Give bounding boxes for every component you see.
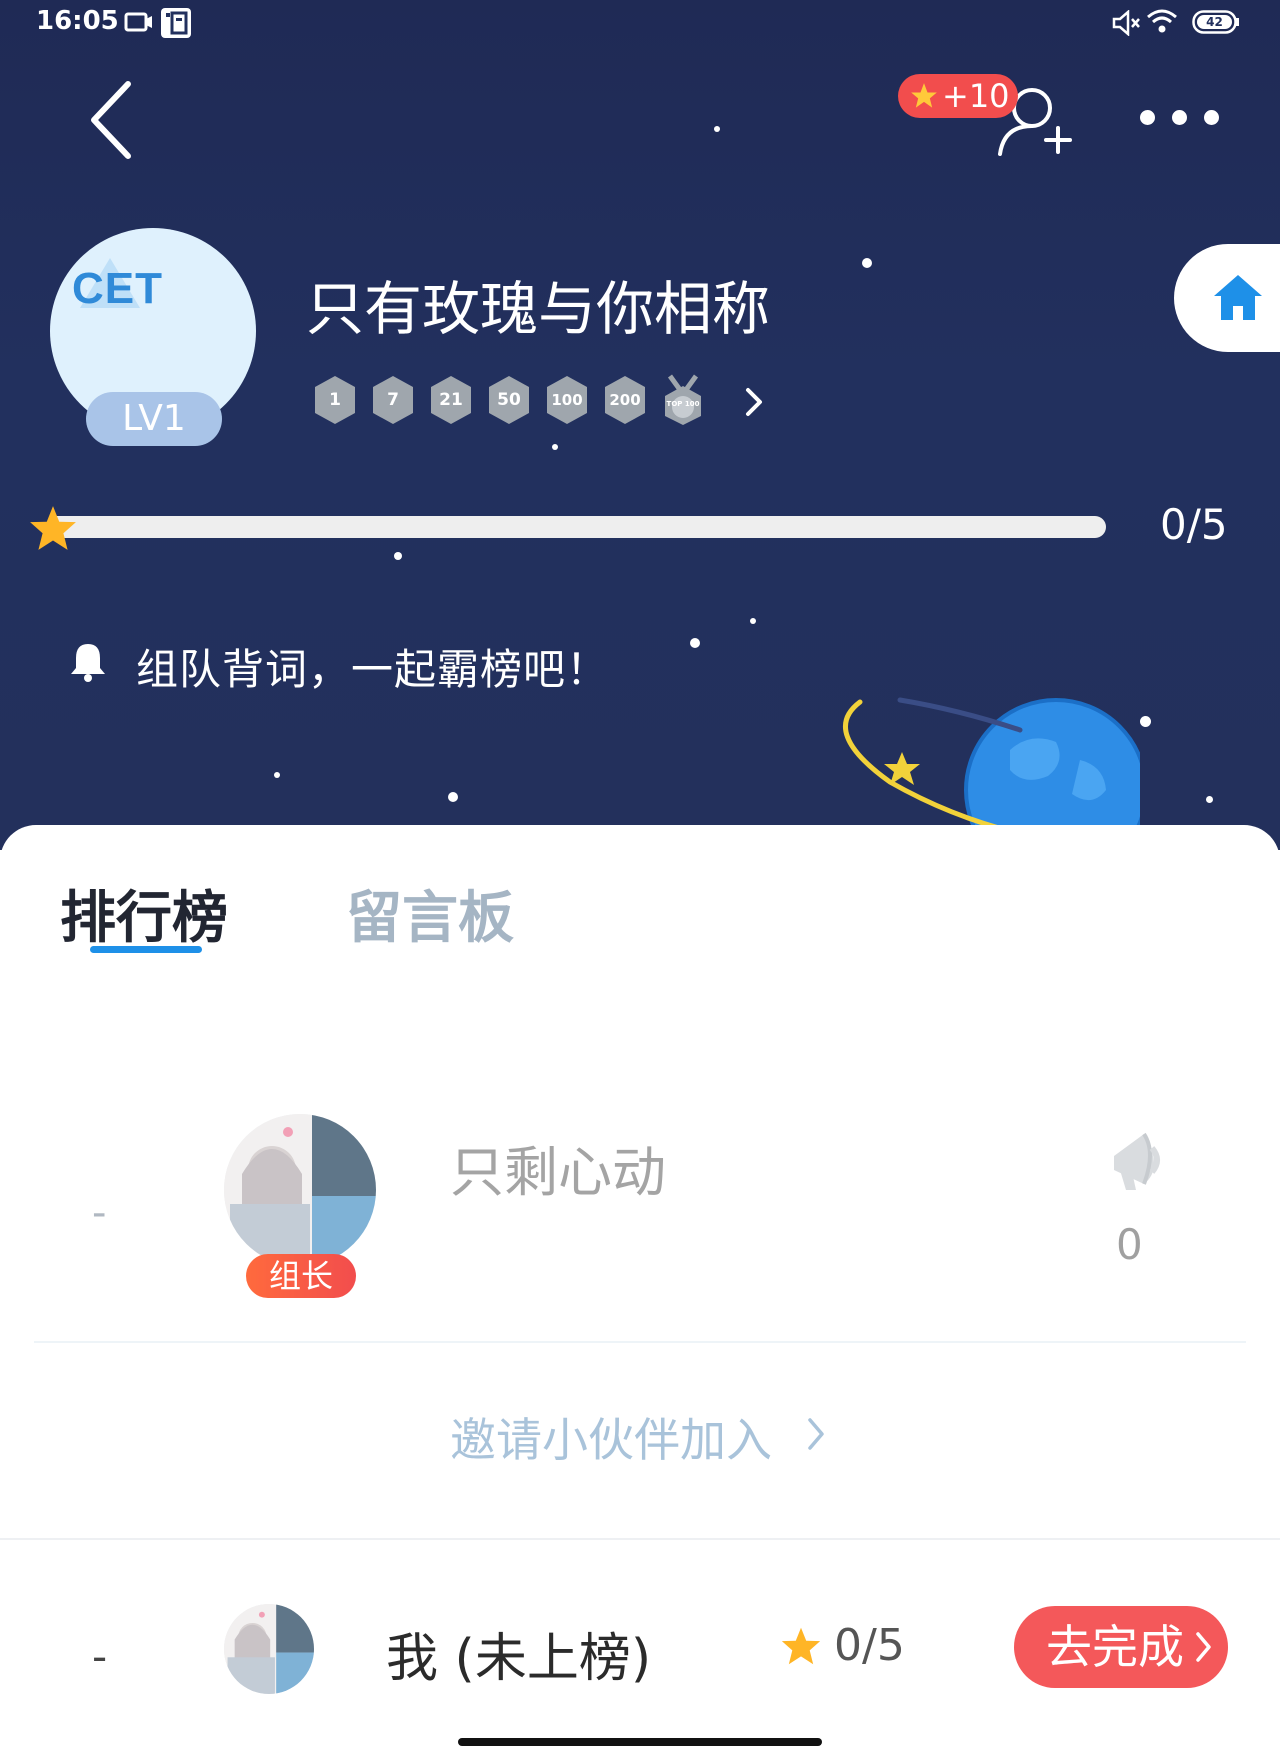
my-score: 0/5 <box>834 1620 905 1671</box>
wifi-icon <box>1146 8 1178 38</box>
star-dot <box>714 126 720 132</box>
invite-friends-link[interactable]: 邀请小伙伴加入 <box>450 1404 772 1470</box>
chevron-right-icon <box>746 388 762 416</box>
star-dot <box>448 792 458 802</box>
level-badge: LV1 <box>86 392 222 446</box>
home-icon <box>1214 275 1262 320</box>
reward-badge-text: +10 <box>942 77 1010 115</box>
leader-badge: 组长 <box>246 1254 356 1298</box>
progress-text: 0/5 <box>1160 500 1228 549</box>
star-dot <box>1206 796 1213 803</box>
star-dot <box>690 638 700 648</box>
star-dot <box>552 444 558 450</box>
more-dot <box>1172 110 1187 125</box>
bell-icon <box>71 644 105 682</box>
medal-badge[interactable]: 100 <box>544 374 590 426</box>
svg-text:42: 42 <box>1206 15 1223 29</box>
member-name: 只剩心动 <box>450 1141 666 1204</box>
go-complete-label: 去完成 <box>1046 1620 1184 1674</box>
star-icon <box>30 506 76 550</box>
battery-icon: 42 <box>1192 10 1240 38</box>
medal-badge[interactable]: 7 <box>370 374 416 426</box>
rank-position: - <box>92 1190 107 1236</box>
go-complete-button[interactable]: 去完成 <box>1014 1606 1228 1688</box>
mute-icon <box>1112 9 1142 40</box>
divider <box>34 1341 1246 1343</box>
medal-badge[interactable]: 1 <box>312 374 358 426</box>
my-rank-label: 我 (未上榜) <box>386 1629 652 1689</box>
medal-badge[interactable]: 50 <box>486 374 532 426</box>
star-dot <box>750 618 756 624</box>
more-options-button[interactable] <box>1130 104 1220 134</box>
app-notification-icon <box>160 7 192 43</box>
star-icon <box>911 83 937 108</box>
status-time: 16:05 <box>36 6 119 36</box>
avatar[interactable] <box>224 1114 376 1266</box>
tab-leaderboard[interactable]: 排行榜 <box>60 873 228 954</box>
medal-badge[interactable]: 21 <box>428 374 474 426</box>
home-indicator[interactable] <box>458 1738 822 1746</box>
active-tab-indicator <box>90 946 202 953</box>
cheer-count: 0 <box>1116 1220 1143 1269</box>
back-arrow-icon <box>91 81 131 159</box>
star-dot <box>274 772 280 778</box>
top100-medal-badge[interactable]: TOP 100 <box>660 374 706 426</box>
megaphone-icon[interactable] <box>1100 1126 1170 1196</box>
screen-record-icon <box>124 10 154 38</box>
my-rank-bar: - 我 (未上榜) 0/5 去完成 <box>0 1538 1280 1752</box>
more-dot <box>1204 110 1219 125</box>
group-avatar-text: CET <box>72 264 163 313</box>
more-dots-icon <box>1140 110 1155 125</box>
group-progress-bar <box>46 516 1106 538</box>
table-row[interactable]: - 组长 只剩心动 0 <box>0 1110 1280 1340</box>
my-rank-position: - <box>92 1632 108 1681</box>
back-button[interactable] <box>84 78 144 162</box>
medal-badge[interactable]: 200 <box>602 374 648 426</box>
group-name: 只有玫瑰与你相称 <box>306 275 771 343</box>
star-icon <box>781 1627 821 1665</box>
chevron-right-icon <box>808 1418 824 1450</box>
status-bar: 16:05 42 <box>0 0 1280 48</box>
chevron-right-icon <box>1196 1632 1211 1662</box>
avatar[interactable] <box>224 1604 314 1694</box>
star-dot <box>862 258 872 268</box>
tab-message-board[interactable]: 留言板 <box>346 873 514 954</box>
group-notice: 组队背词，一起霸榜吧！ <box>136 645 610 694</box>
reward-badge[interactable]: +10 <box>898 74 1018 118</box>
medals-more-button[interactable] <box>740 382 768 422</box>
star-dot <box>394 552 402 560</box>
home-button[interactable] <box>1174 244 1280 352</box>
star-dot <box>1140 716 1151 727</box>
